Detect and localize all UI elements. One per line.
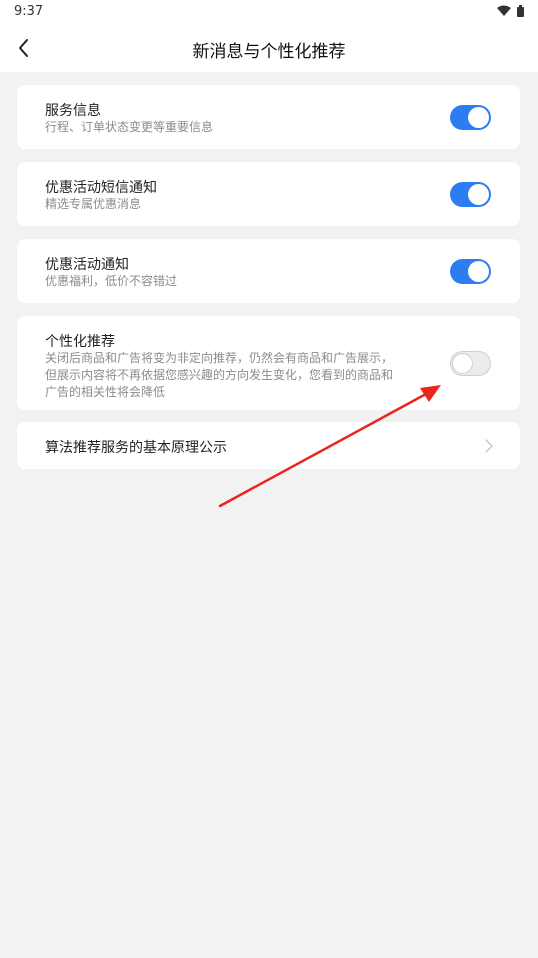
setting-service-info: 服务信息 行程、订单状态变更等重要信息 [17,85,520,149]
personalized-recommendation-toggle[interactable] [450,351,491,376]
page-title: 新消息与个性化推荐 [192,42,346,62]
setting-title: 个性化推荐 [45,334,115,350]
desc-line: 但展示内容将不再依据您感兴趣的方向发生变化，您看到的商品和 [45,368,394,382]
desc-line: 关闭后商品和广告将变为非定向推荐，仍然会有商品和广告展示， [45,351,394,365]
setting-promo-notify: 优惠活动通知 优惠福利，低价不容错过 [17,239,520,303]
service-info-toggle[interactable] [450,105,491,130]
setting-desc: 行程、订单状态变更等重要信息 [45,120,214,134]
toggle-knob [452,353,473,374]
setting-sms-promo: 优惠活动短信通知 精选专属优惠消息 [17,162,520,226]
sms-promo-toggle[interactable] [450,182,491,207]
setting-desc: 优惠福利，低价不容错过 [45,274,178,288]
status-bar: 9:37 [0,0,538,24]
desc-line: 广告的相关性将会降低 [45,385,166,399]
setting-title: 优惠活动通知 [45,257,129,273]
battery-icon [517,5,524,17]
setting-personalized-recommendation: 个性化推荐 关闭后商品和广告将变为非定向推荐，仍然会有商品和广告展示， 但展示内… [17,316,520,410]
status-time: 9:37 [14,4,44,19]
setting-title: 优惠活动短信通知 [45,180,157,196]
chevron-right-icon [485,439,494,453]
setting-desc: 关闭后商品和广告将变为非定向推荐，仍然会有商品和广告展示， 但展示内容将不再依据… [45,350,393,401]
navbar: 新消息与个性化推荐 [0,24,538,72]
promo-notify-toggle[interactable] [450,259,491,284]
wifi-icon [497,5,511,17]
toggle-knob [468,184,489,205]
setting-desc: 精选专属优惠消息 [45,197,142,211]
algorithm-principle-link[interactable]: 算法推荐服务的基本原理公示 [17,422,520,469]
toggle-knob [468,261,489,282]
toggle-knob [468,107,489,128]
setting-title: 服务信息 [45,103,101,119]
link-label: 算法推荐服务的基本原理公示 [45,440,227,456]
status-icons [497,5,524,17]
